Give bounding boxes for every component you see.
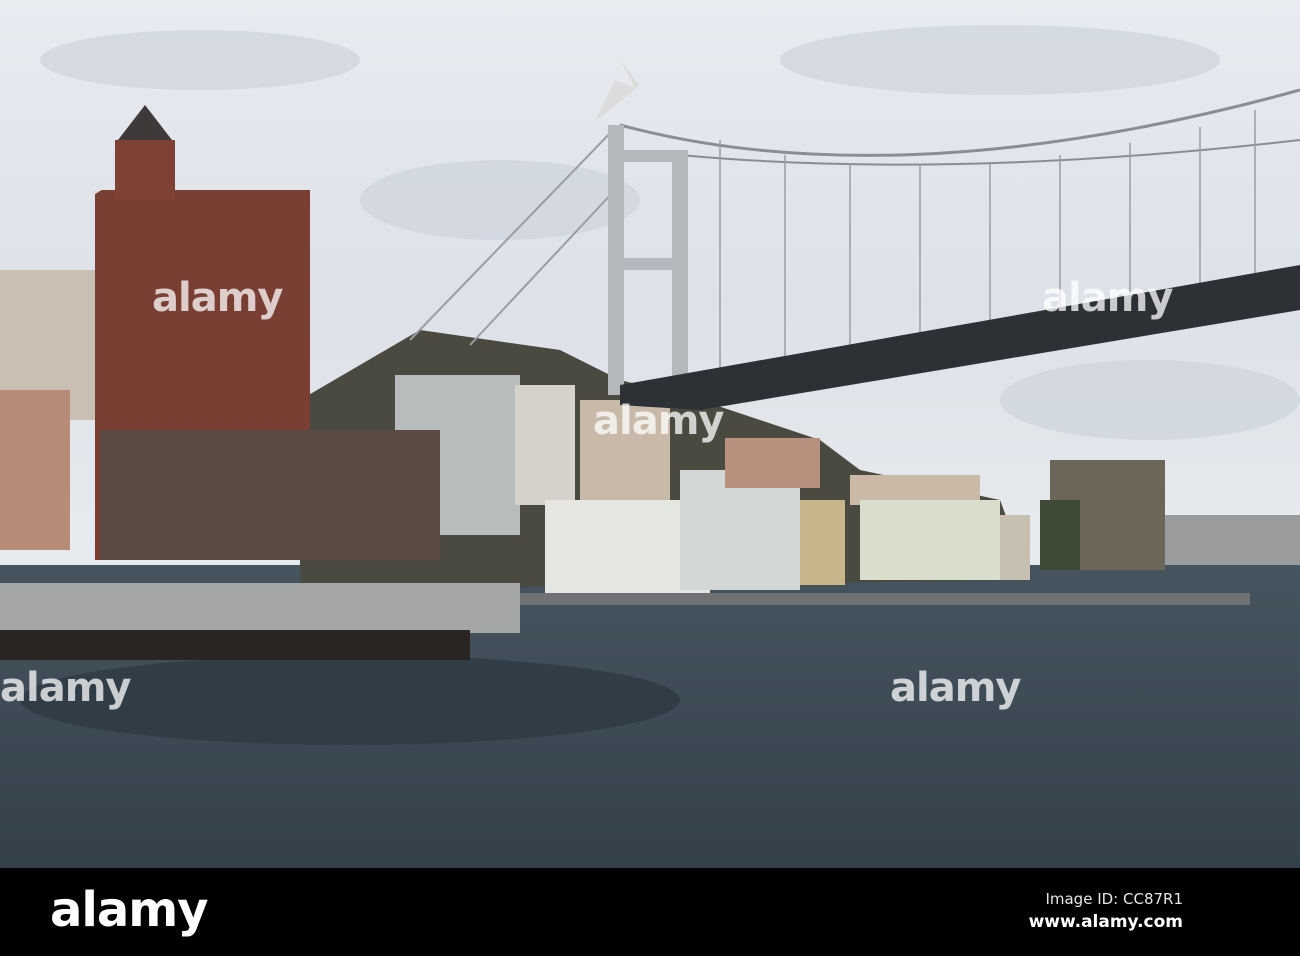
far-shore [1160,515,1300,570]
footer-bar: alamy Image ID: CC87R1 www.alamy.com [0,868,1300,956]
watermark: alamy [890,665,1021,711]
stock-photo: alamy alamy alamy alamy alamy alamy Imag… [0,0,1300,956]
watermark: alamy [0,665,131,711]
watermark: alamy [593,398,724,444]
alamy-logo: alamy [50,882,209,938]
quay [520,593,1250,605]
image-id: Image ID: CC87R1 [1045,890,1183,908]
watermark: alamy [152,275,283,321]
watermark: alamy [1042,275,1173,321]
promenade-wall [0,583,520,633]
pier-base [0,630,470,660]
site-url: www.alamy.com [1028,912,1183,932]
